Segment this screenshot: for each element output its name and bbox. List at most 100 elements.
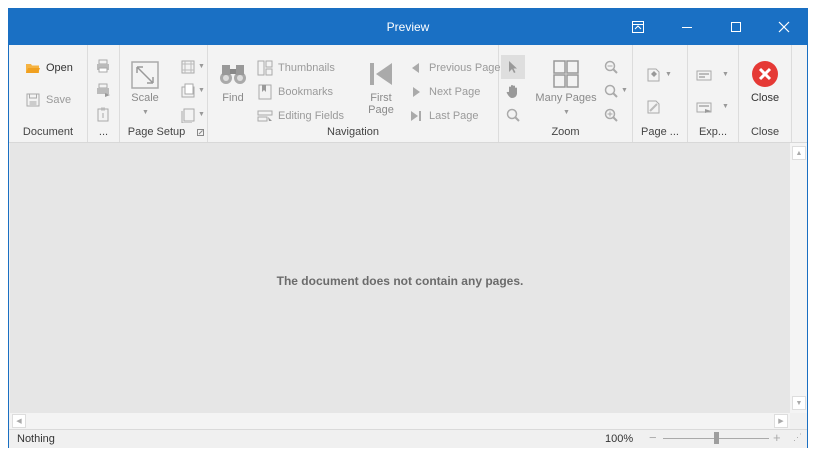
next-page-button[interactable]: Next Page bbox=[408, 84, 480, 100]
pointer-icon bbox=[509, 61, 517, 73]
group-label-print: ... bbox=[98, 126, 109, 138]
last-page-button[interactable]: Last Page bbox=[408, 108, 479, 124]
last-page-label: Last Page bbox=[429, 110, 479, 122]
minimize-button[interactable] bbox=[664, 9, 710, 45]
scale-label: Scale bbox=[131, 92, 159, 104]
zoom-in-icon[interactable] bbox=[603, 107, 619, 123]
bookmarks-icon bbox=[258, 84, 272, 100]
previous-page-icon bbox=[412, 63, 419, 73]
paper-size-icon[interactable] bbox=[180, 107, 196, 123]
close-preview-label: Close bbox=[750, 92, 780, 104]
close-preview-button[interactable]: Close bbox=[747, 59, 783, 104]
bookmarks-button[interactable]: Bookmarks bbox=[257, 84, 333, 100]
scale-icon bbox=[131, 61, 159, 89]
previous-page-button[interactable]: Previous Page bbox=[408, 60, 501, 76]
group-label-document: Document bbox=[22, 126, 74, 138]
close-window-button[interactable] bbox=[761, 9, 807, 45]
quick-print-icon[interactable] bbox=[95, 82, 111, 98]
vertical-scrollbar[interactable]: ▲ ▼ bbox=[790, 143, 807, 413]
group-label-page-background: Page ... bbox=[641, 126, 679, 138]
thumbnails-icon bbox=[257, 60, 273, 76]
thumbnails-label: Thumbnails bbox=[278, 62, 335, 74]
maximize-button[interactable] bbox=[713, 9, 759, 45]
watermark-icon[interactable] bbox=[645, 99, 661, 115]
orientation-dropdown-icon: ▼ bbox=[198, 87, 205, 94]
send-dropdown-icon: ▼ bbox=[722, 103, 729, 110]
group-label-export: Exp... bbox=[698, 126, 728, 138]
scale-dropdown-icon: ▼ bbox=[142, 109, 149, 116]
bookmarks-label: Bookmarks bbox=[278, 86, 334, 98]
first-page-label: First Page bbox=[368, 92, 394, 116]
scroll-up-icon[interactable]: ▲ bbox=[792, 146, 806, 160]
many-pages-icon bbox=[553, 60, 579, 88]
dialog-launcher-icon[interactable] bbox=[197, 129, 204, 136]
ribbon-display-options-button[interactable] bbox=[615, 9, 661, 45]
next-page-label: Next Page bbox=[429, 86, 481, 98]
find-button[interactable]: Find bbox=[217, 59, 249, 104]
group-navigation: Find Thumbnails Bookmarks Editing Fields… bbox=[208, 45, 501, 142]
thumbnails-button[interactable]: Thumbnails bbox=[257, 60, 335, 76]
first-page-icon bbox=[370, 63, 392, 85]
pointer-tool-button[interactable] bbox=[501, 55, 525, 79]
scroll-left-icon[interactable]: ◀ bbox=[12, 414, 26, 428]
ribbon: Open Save Document ... Scale ▼ ▼ ▼ ▼ Pag… bbox=[9, 45, 807, 143]
status-text: Nothing bbox=[17, 433, 55, 445]
zoom-icon[interactable] bbox=[603, 83, 619, 99]
group-zoom: Many Pages ▼ ▼ Zoom bbox=[499, 45, 633, 142]
zoom-percentage: 100% bbox=[605, 433, 634, 445]
many-pages-button[interactable]: Many Pages ▼ bbox=[535, 59, 597, 116]
export-icon[interactable] bbox=[696, 67, 712, 83]
editing-fields-button[interactable]: Editing Fields bbox=[257, 108, 344, 124]
zoom-slider-track[interactable] bbox=[663, 432, 769, 444]
next-page-icon bbox=[413, 87, 420, 97]
zoom-dropdown-icon: ▼ bbox=[621, 87, 628, 94]
save-button[interactable]: Save bbox=[25, 92, 71, 108]
preview-window: Preview Open Save Document ... Scale ▼ ▼… bbox=[8, 8, 808, 448]
group-export: ▼ ▼ Exp... bbox=[688, 45, 739, 142]
maximize-icon bbox=[731, 22, 741, 32]
group-page-setup: Scale ▼ ▼ ▼ ▼ Page Setup bbox=[120, 45, 208, 142]
last-page-icon bbox=[411, 111, 421, 121]
group-label-navigation: Navigation bbox=[327, 126, 379, 138]
print-icon[interactable] bbox=[95, 58, 111, 74]
zoom-slider-thumb[interactable] bbox=[713, 432, 719, 444]
document-area[interactable]: The document does not contain any pages. bbox=[10, 143, 790, 413]
group-label-close: Close bbox=[750, 126, 780, 138]
zoom-slider-plus-icon[interactable]: + bbox=[773, 430, 781, 445]
group-label-zoom: Zoom bbox=[551, 126, 580, 138]
open-button[interactable]: Open bbox=[25, 60, 73, 76]
close-icon bbox=[778, 21, 790, 33]
group-page-background: ▼ Page ... bbox=[633, 45, 688, 142]
resize-grip-icon[interactable]: ⋰ bbox=[793, 432, 802, 443]
page-color-icon[interactable] bbox=[645, 67, 661, 83]
first-page-button[interactable]: First Page bbox=[365, 59, 397, 116]
margins-icon[interactable] bbox=[180, 59, 196, 75]
scroll-right-icon[interactable]: ▶ bbox=[774, 414, 788, 428]
marquee-zoom-icon[interactable] bbox=[505, 107, 521, 123]
minimize-icon bbox=[682, 27, 692, 28]
many-pages-dropdown-icon: ▼ bbox=[563, 109, 570, 116]
group-close: Close Close bbox=[739, 45, 792, 142]
find-label: Find bbox=[222, 92, 244, 104]
many-pages-label: Many Pages bbox=[535, 92, 597, 104]
editing-fields-icon bbox=[257, 110, 273, 122]
horizontal-scrollbar[interactable]: ◀ ▶ bbox=[10, 413, 790, 429]
open-label: Open bbox=[46, 62, 73, 74]
send-icon[interactable] bbox=[696, 99, 712, 115]
scale-button[interactable]: Scale ▼ bbox=[130, 61, 160, 116]
close-circle-icon bbox=[752, 61, 778, 87]
binoculars-icon bbox=[220, 65, 246, 84]
hand-tool-icon[interactable] bbox=[505, 83, 521, 99]
paper-size-dropdown-icon: ▼ bbox=[198, 111, 205, 118]
margins-dropdown-icon: ▼ bbox=[198, 63, 205, 70]
save-icon bbox=[26, 93, 40, 107]
export-dropdown-icon: ▼ bbox=[722, 71, 729, 78]
zoom-out-icon[interactable] bbox=[603, 59, 619, 75]
zoom-slider-minus-icon[interactable]: − bbox=[649, 430, 657, 445]
empty-document-message: The document does not contain any pages. bbox=[276, 274, 524, 288]
save-label: Save bbox=[46, 94, 72, 106]
orientation-icon[interactable] bbox=[180, 83, 196, 99]
page-color-dropdown-icon: ▼ bbox=[665, 71, 672, 78]
scroll-down-icon[interactable]: ▼ bbox=[792, 396, 806, 410]
clipboard-icon[interactable] bbox=[95, 106, 111, 122]
